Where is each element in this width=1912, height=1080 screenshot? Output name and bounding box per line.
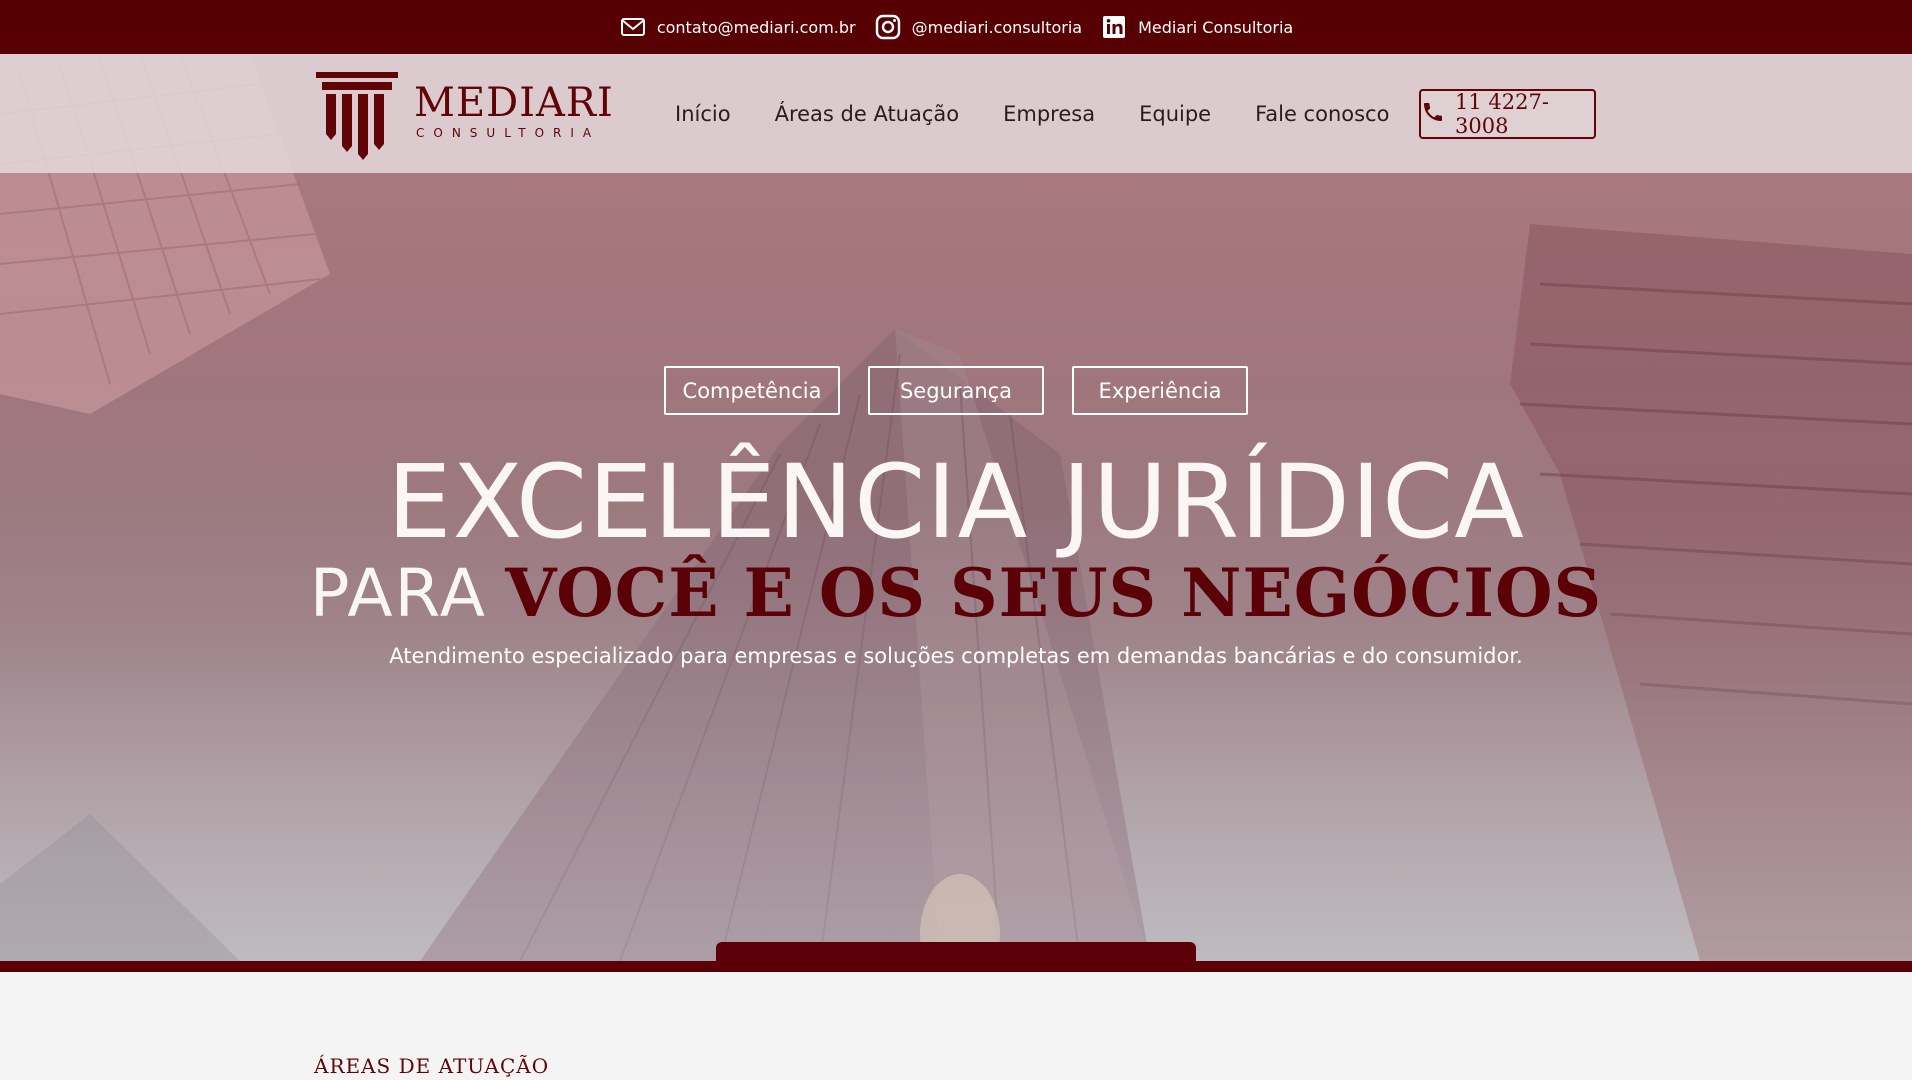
instagram-text: @mediari.consultoria [911, 17, 1083, 37]
subhead-plain: PARA [309, 555, 487, 632]
contact-bar: contato@mediari.com.br @mediari.consulto… [0, 0, 1912, 54]
pill-seguranca[interactable]: Segurança [868, 366, 1044, 415]
linkedin-icon [1100, 13, 1128, 41]
subhead-accent: VOCÊ E OS SEUS NEGÓCIOS [505, 554, 1603, 632]
nav-item-inicio[interactable]: Início [675, 102, 731, 126]
hero-tagline: Atendimento especializado para empresas … [389, 644, 1523, 668]
brand-subtitle: CONSULTORIA [416, 126, 601, 140]
phone-number: 11 4227-3008 [1455, 90, 1549, 138]
phone-icon [1421, 100, 1445, 129]
column-logo-icon [314, 72, 400, 160]
hero-subheadline: PARA VOCÊ E OS SEUS NEGÓCIOS [0, 552, 1912, 635]
phone-button[interactable]: 11 4227-3008 [1419, 89, 1596, 139]
value-pills: Competência Segurança Experiência [664, 366, 1248, 415]
instagram-icon [874, 13, 902, 41]
main-menu: Início Áreas de Atuação Empresa Equipe F… [675, 54, 1389, 173]
hero-headline: EXCELÊNCIA JURÍDICA [387, 443, 1525, 562]
email-link[interactable]: contato@mediari.com.br [619, 13, 856, 41]
nav-item-equipe[interactable]: Equipe [1139, 102, 1211, 126]
mail-icon [619, 13, 647, 41]
hero-bottom-tab [716, 942, 1196, 972]
brand-logo[interactable]: MEDIARI CONSULTORIA [314, 72, 614, 160]
linkedin-link[interactable]: Mediari Consultoria [1100, 13, 1293, 41]
nav-item-areas-de-atuacao[interactable]: Áreas de Atuação [775, 102, 960, 126]
nav-item-empresa[interactable]: Empresa [1003, 102, 1095, 126]
email-text: contato@mediari.com.br [656, 17, 856, 37]
instagram-link[interactable]: @mediari.consultoria [874, 13, 1082, 41]
brand-name: MEDIARI [414, 80, 614, 126]
navbar: MEDIARI CONSULTORIA Início Áreas de Atua… [0, 54, 1912, 173]
nav-item-fale-conosco[interactable]: Fale conosco [1255, 102, 1389, 126]
linkedin-text: Mediari Consultoria [1138, 17, 1294, 37]
areas-section-title: ÁREAS DE ATUAÇÃO [314, 1054, 550, 1078]
pill-experiencia[interactable]: Experiência [1072, 366, 1248, 415]
pill-competencia[interactable]: Competência [664, 366, 840, 415]
